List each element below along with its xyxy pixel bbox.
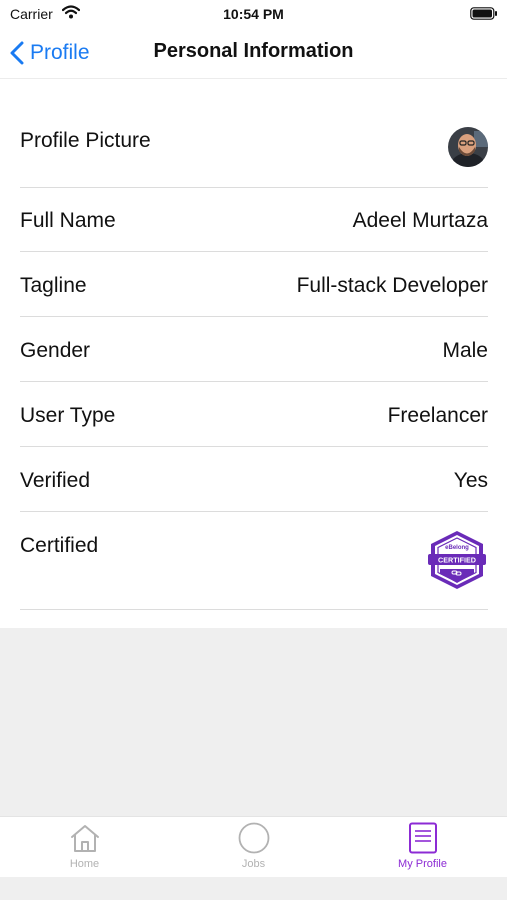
certified-badge-icon: eBelong CERTIFIED (428, 531, 486, 589)
tab-home-label: Home (69, 858, 100, 870)
row-label-full-name: Full Name (20, 209, 116, 232)
row-verified[interactable]: Verified Yes (20, 447, 488, 512)
row-certified[interactable]: Certified (20, 512, 488, 610)
badge-text: CERTIFIED (438, 556, 476, 565)
row-value-gender: Male (442, 339, 488, 362)
row-label-profile-picture: Profile Picture (20, 129, 151, 152)
row-value-full-name: Adeel Murtaza (352, 209, 488, 232)
row-profile-picture[interactable]: Profile Picture (20, 79, 488, 188)
row-label-user-type: User Type (20, 404, 116, 427)
tab-jobs-label: Jobs (241, 858, 266, 870)
tab-home[interactable]: Home (0, 817, 169, 877)
row-user-type[interactable]: User Type Freelancer (20, 382, 488, 447)
badge-brand: eBelong (445, 545, 469, 551)
row-value-verified: Yes (453, 469, 488, 492)
row-value-user-type: Freelancer (387, 404, 488, 427)
status-bar: Carrier 10:54 PM (0, 0, 507, 28)
row-tagline[interactable]: Tagline Full-stack Developer (20, 252, 488, 317)
row-gender[interactable]: Gender Male (20, 317, 488, 382)
row-value-tagline: Full-stack Developer (296, 274, 488, 297)
profile-document-icon (409, 822, 437, 854)
personal-info-list: Profile Picture Full Name Adeel Murtaza … (0, 79, 507, 628)
tab-my-profile[interactable]: My Profile (338, 817, 507, 877)
jobs-circle-icon (238, 822, 270, 854)
status-time: 10:54 PM (223, 6, 284, 22)
home-indicator-area (0, 877, 507, 900)
row-label-verified: Verified (20, 469, 91, 492)
home-icon (71, 825, 99, 852)
tab-bar: Home Jobs My Profile (0, 816, 507, 877)
row-label-certified: Certified (20, 534, 99, 557)
navigation-bar: Profile Personal Information (0, 28, 507, 79)
battery-icon (470, 7, 497, 20)
avatar[interactable] (448, 127, 488, 167)
row-label-tagline: Tagline (20, 274, 87, 297)
row-label-gender: Gender (20, 339, 91, 362)
tab-my-profile-label: My Profile (398, 858, 447, 870)
tab-jobs[interactable]: Jobs (169, 817, 338, 877)
page-title: Personal Information (153, 40, 354, 62)
row-full-name[interactable]: Full Name Adeel Murtaza (20, 187, 488, 252)
